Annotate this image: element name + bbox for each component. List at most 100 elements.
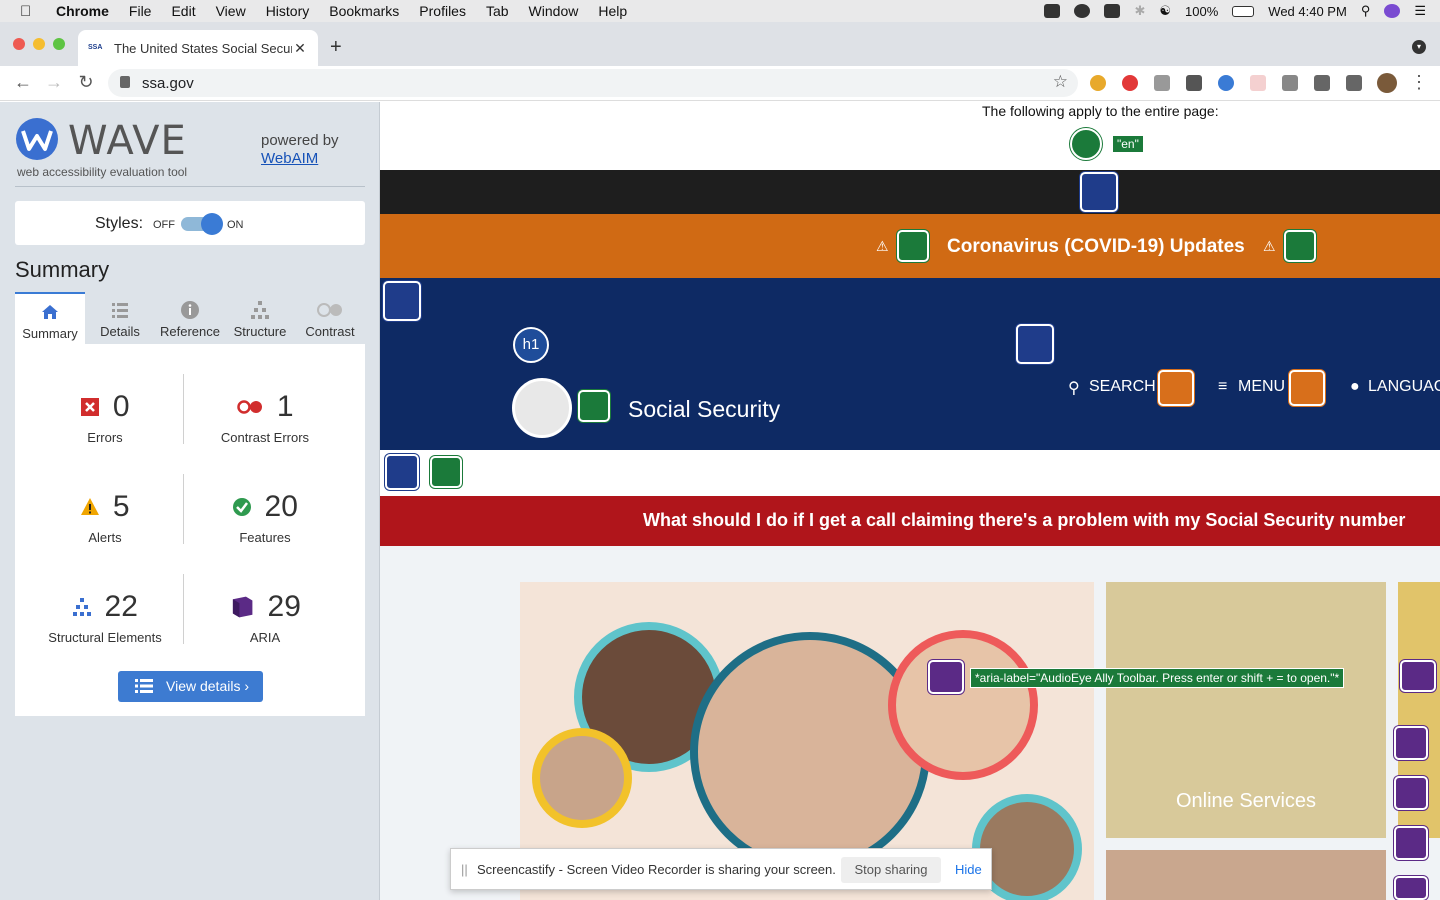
alert-icon[interactable]: ⚠ [1263, 238, 1276, 255]
menu-file[interactable]: File [129, 3, 152, 19]
language-link[interactable]: LANGUAG [1368, 378, 1440, 396]
secondary-card-image[interactable] [1106, 850, 1386, 900]
h1-badge[interactable]: h1 [513, 327, 549, 363]
site-title[interactable]: Social Security [628, 396, 780, 423]
wave-extension-icon[interactable] [1218, 75, 1234, 91]
hide-button[interactable]: Hide [955, 862, 982, 877]
language-globe-icon[interactable] [1070, 128, 1102, 160]
landmark-list-icon[interactable] [1016, 324, 1054, 364]
feature-check-icon [233, 498, 252, 516]
stat-contrast-errors[interactable]: 1 Contrast Errors [185, 390, 345, 445]
siri-icon[interactable] [1384, 4, 1401, 18]
menu-edit[interactable]: Edit [171, 3, 195, 19]
chrome-menu-icon[interactable]: ⋮ [1408, 72, 1430, 93]
lock-icon[interactable] [120, 76, 130, 88]
stop-sharing-button[interactable]: Stop sharing [841, 857, 941, 883]
menu-app-name[interactable]: Chrome [56, 3, 109, 19]
extensions-puzzle-icon[interactable] [1314, 75, 1330, 91]
control-center-icon[interactable]: ☰ [1414, 3, 1426, 19]
menu-view[interactable]: View [216, 3, 246, 19]
spotlight-icon[interactable]: ⚲ [1361, 3, 1371, 19]
webaim-link[interactable]: WebAIM [261, 150, 318, 167]
ssa-seal-logo[interactable] [512, 378, 572, 438]
extension-a-icon[interactable] [1186, 75, 1202, 91]
bookmark-star-icon[interactable]: ☆ [1053, 72, 1068, 92]
alert-banner[interactable]: What should I do if I get a call claimin… [380, 496, 1440, 546]
check-icon[interactable] [1074, 4, 1091, 18]
media-control-icon[interactable] [1346, 75, 1362, 91]
menu-link[interactable]: MENU [1238, 378, 1285, 396]
styles-toggle-knob[interactable] [201, 213, 223, 235]
menu-help[interactable]: Help [598, 3, 627, 19]
battery-icon[interactable] [1232, 5, 1255, 17]
stat-structural[interactable]: 22 Structural Elements [25, 590, 185, 645]
globe-icon[interactable]: ● [1350, 378, 1360, 396]
contrast-alert-icon[interactable] [1158, 370, 1194, 406]
tab-contrast[interactable]: Contrast [295, 292, 365, 344]
stat-alerts[interactable]: 5 Alerts [25, 490, 185, 545]
view-details-button[interactable]: View details › [118, 671, 263, 702]
screencastify-icon[interactable] [1122, 75, 1138, 91]
image-alt-icon[interactable] [1284, 230, 1316, 262]
extension-calendar-icon[interactable] [1250, 75, 1266, 91]
vpn-icon[interactable] [1104, 4, 1121, 18]
extension-color-icon[interactable] [1090, 75, 1106, 91]
image-alt-icon[interactable] [578, 390, 610, 422]
url-text[interactable]: ssa.gov [142, 75, 194, 92]
close-tab-icon[interactable]: ✕ [292, 40, 308, 57]
forward-icon[interactable]: → [43, 72, 65, 93]
menu-history[interactable]: History [266, 3, 310, 19]
aria-hidden-icon[interactable] [1394, 726, 1428, 760]
tab-structure[interactable]: Structure [225, 292, 295, 344]
new-tab-icon[interactable]: + [330, 36, 342, 59]
extension-tool-icon[interactable] [1154, 75, 1170, 91]
menu-bookmarks[interactable]: Bookmarks [329, 3, 399, 19]
landmark-header-icon[interactable] [1080, 172, 1118, 212]
apple-menu-icon[interactable]:  [20, 3, 38, 20]
aria-button-icon[interactable] [1400, 660, 1436, 692]
bluetooth-icon[interactable]: ✱ [1134, 3, 1145, 19]
tab-search-icon[interactable]: ▾ [1412, 40, 1426, 54]
zoom-icon[interactable] [1044, 4, 1061, 18]
menu-icon[interactable]: ≡ [1218, 378, 1227, 396]
stat-errors[interactable]: 0 Errors [25, 390, 185, 445]
battery-text[interactable]: 100% [1185, 4, 1218, 19]
stat-features[interactable]: 20 Features [185, 490, 345, 545]
minimize-window-icon[interactable] [33, 38, 45, 50]
covid-link[interactable]: Coronavirus (COVID-19) Updates [947, 236, 1245, 258]
extension-cast-icon[interactable] [1282, 75, 1298, 91]
image-alt-icon[interactable] [897, 230, 929, 262]
menu-window[interactable]: Window [529, 3, 579, 19]
reload-icon[interactable]: ↻ [75, 72, 97, 93]
aria-tag-icon[interactable] [928, 660, 964, 694]
menu-profiles[interactable]: Profiles [419, 3, 466, 19]
search-link[interactable]: SEARCH [1089, 378, 1156, 396]
alert-icon[interactable]: ⚠ [876, 238, 889, 255]
covid-banner[interactable]: ⚠ Coronavirus (COVID-19) Updates ⚠ [380, 214, 1440, 278]
zoom-window-icon[interactable] [53, 38, 65, 50]
skip-link-icon[interactable] [430, 456, 462, 488]
tab-details[interactable]: Details [85, 292, 155, 344]
tab-reference[interactable]: Reference [155, 292, 225, 344]
aria-hidden-icon[interactable] [1394, 876, 1428, 900]
clock[interactable]: Wed 4:40 PM [1268, 4, 1347, 19]
address-bar[interactable]: ssa.gov ☆ [108, 69, 1078, 97]
close-window-icon[interactable] [13, 38, 25, 50]
landmark-main-icon[interactable] [385, 454, 419, 490]
online-services-label[interactable]: Online Services [1106, 790, 1386, 813]
aria-hidden-icon[interactable] [1394, 776, 1428, 810]
back-icon[interactable]: ← [12, 72, 34, 93]
landmark-navigation-icon[interactable] [383, 281, 421, 321]
aria-hidden-icon[interactable] [1394, 826, 1428, 860]
alert-banner-text[interactable]: What should I do if I get a call claimin… [643, 510, 1405, 531]
drag-handle-icon[interactable]: || [461, 862, 468, 877]
tab-summary[interactable]: Summary [15, 292, 85, 344]
online-services-card[interactable]: Online Services [1106, 582, 1386, 838]
search-icon[interactable]: ⚲ [1068, 378, 1080, 398]
contrast-alert-icon[interactable] [1289, 370, 1325, 406]
profile-avatar[interactable] [1377, 73, 1397, 93]
wifi-icon[interactable]: ☯ [1159, 3, 1171, 19]
menu-tab[interactable]: Tab [486, 3, 509, 19]
stat-aria[interactable]: 29 ARIA [185, 590, 345, 645]
browser-tab[interactable]: SSA The United States Social Secur ✕ [78, 30, 318, 66]
